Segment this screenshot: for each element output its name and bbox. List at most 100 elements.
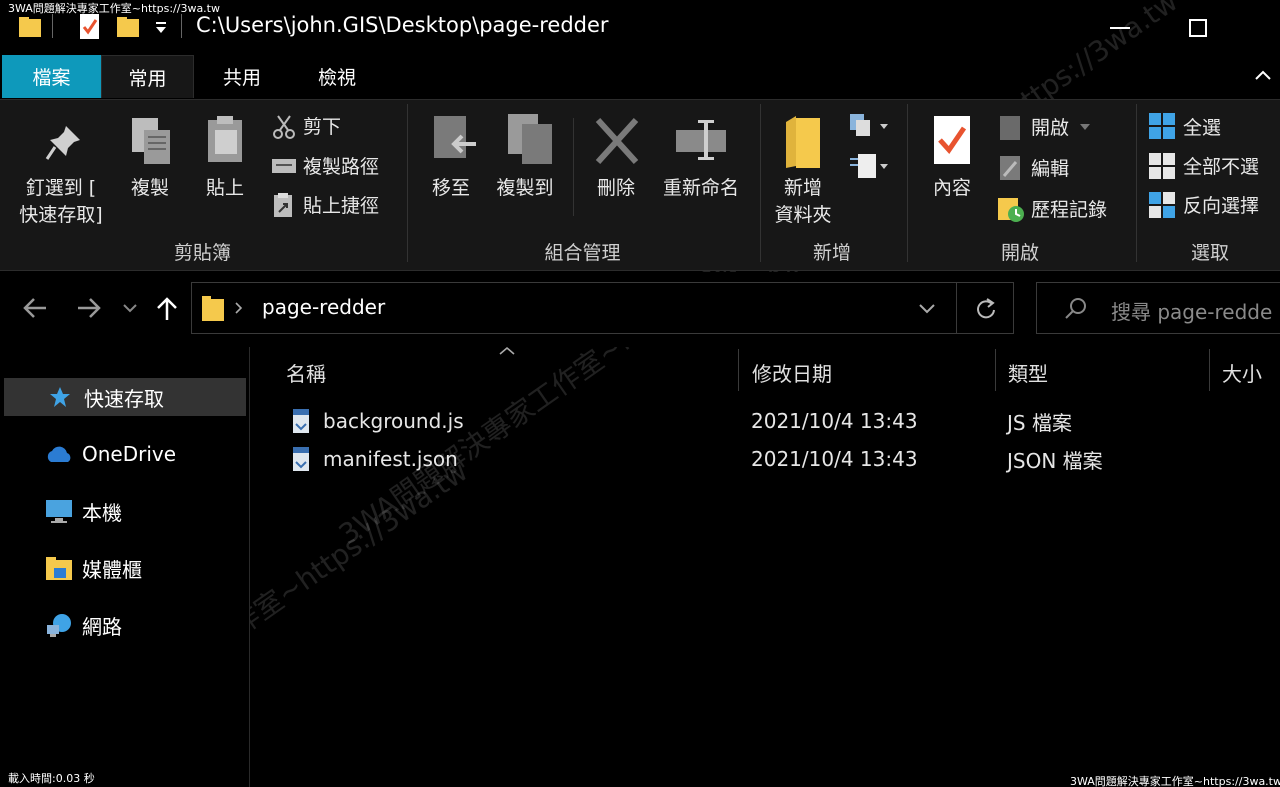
- collapse-ribbon-icon[interactable]: [1254, 69, 1272, 81]
- search-box[interactable]: 搜尋 page-redde: [1036, 282, 1280, 334]
- tab-file[interactable]: 檔案: [2, 55, 101, 98]
- cut-icon: [273, 115, 295, 139]
- maximize-button[interactable]: [1153, 0, 1243, 56]
- close-button[interactable]: [1260, 10, 1280, 46]
- select-all-button[interactable]: 全選: [1183, 113, 1221, 140]
- maximize-icon: [1189, 19, 1207, 37]
- paste-shortcut-button[interactable]: 貼上捷徑: [303, 191, 379, 218]
- ribbon-tabs: 檔案 常用 共用 檢視: [0, 55, 1280, 99]
- library-icon: [46, 557, 72, 580]
- delete-icon: [595, 117, 639, 165]
- column-header-name[interactable]: 名稱: [286, 347, 326, 397]
- new-folder-button[interactable]: 新增 資料夾: [770, 175, 836, 229]
- open-icon: [1000, 116, 1020, 140]
- sidebar-item-onedrive[interactable]: OneDrive: [4, 435, 246, 473]
- minimize-button[interactable]: [1075, 0, 1165, 56]
- open-button[interactable]: 開啟: [1031, 113, 1069, 140]
- tab-share[interactable]: 共用: [194, 55, 290, 98]
- sidebar-item-quick-access[interactable]: 快速存取: [4, 378, 246, 416]
- back-arrow-icon[interactable]: [22, 296, 48, 320]
- window-title: C:\Users\john.GIS\Desktop\page-redder: [196, 13, 609, 37]
- file-name: background.js: [323, 409, 464, 433]
- delete-button[interactable]: 刪除: [588, 175, 644, 202]
- network-icon: [47, 614, 71, 637]
- new-folder-label-line1: 新增: [783, 177, 822, 199]
- star-icon: [50, 387, 70, 407]
- address-dropdown-icon[interactable]: [918, 303, 936, 315]
- new-folder-icon[interactable]: [116, 14, 142, 40]
- copy-button[interactable]: 複製: [120, 175, 180, 202]
- search-input[interactable]: 搜尋 page-redde: [1111, 296, 1272, 325]
- properties-check-icon[interactable]: [78, 12, 102, 42]
- properties-icon: [934, 116, 970, 164]
- new-item-icon[interactable]: [848, 112, 892, 142]
- select-none-button[interactable]: 全部不選: [1183, 152, 1259, 179]
- organize-separator: [573, 118, 574, 216]
- properties-button[interactable]: 內容: [922, 175, 982, 202]
- sort-ascending-icon: [499, 346, 515, 355]
- forward-arrow-icon[interactable]: [76, 296, 102, 320]
- sidebar-item-this-pc[interactable]: 本機: [4, 492, 246, 530]
- minimize-icon: [1110, 27, 1130, 29]
- qat-separator: [52, 14, 53, 38]
- select-group-label: 選取: [1190, 242, 1229, 264]
- paste-button[interactable]: 貼上: [195, 175, 255, 202]
- column-header-type[interactable]: 類型: [1008, 347, 1048, 397]
- paste-shortcut-icon: [274, 193, 292, 217]
- edit-icon: [1000, 156, 1020, 180]
- pin-icon: [45, 126, 80, 160]
- invert-selection-button[interactable]: 反向選擇: [1183, 191, 1259, 218]
- group-separator: [407, 104, 408, 262]
- breadcrumb[interactable]: page-redder: [262, 295, 385, 319]
- pin-quick-access-button[interactable]: 釘選到 [ 快速存取]: [10, 175, 112, 229]
- sidebar-item-label: 快速存取: [84, 386, 164, 411]
- up-arrow-icon[interactable]: [155, 296, 179, 322]
- group-separator: [760, 104, 761, 262]
- copy-path-button[interactable]: 複製路徑: [303, 152, 379, 179]
- cut-button[interactable]: 剪下: [303, 112, 341, 139]
- tab-view[interactable]: 檢視: [290, 55, 384, 98]
- column-divider[interactable]: [995, 349, 996, 391]
- group-separator: [1136, 104, 1137, 262]
- column-divider[interactable]: [1209, 349, 1210, 391]
- history-icon: [998, 198, 1024, 222]
- pin-label-line2: 快速存取]: [19, 204, 103, 226]
- easy-access-icon[interactable]: [848, 150, 892, 182]
- sidebar-item-label: 本機: [82, 500, 122, 525]
- script-file-icon: [293, 447, 309, 471]
- column-divider[interactable]: [738, 349, 739, 391]
- copy-to-button[interactable]: 複製到: [492, 175, 558, 202]
- sidebar-item-libraries[interactable]: 媒體櫃: [4, 549, 246, 587]
- open-group-label: 開啟: [1000, 242, 1039, 264]
- monitor-icon: [46, 500, 72, 523]
- move-to-button[interactable]: 移至: [420, 175, 482, 202]
- column-header-modified[interactable]: 修改日期: [752, 347, 832, 397]
- column-header-size[interactable]: 大小: [1222, 347, 1262, 397]
- folder-icon[interactable]: [18, 14, 44, 40]
- qat-dropdown-icon[interactable]: [154, 20, 168, 36]
- organize-group-label: 組合管理: [544, 242, 621, 264]
- load-time-text: 載入時間:0.03 秒: [8, 772, 95, 785]
- pin-label-line1: 釘選到 [: [25, 177, 97, 199]
- file-row[interactable]: background.js 2021/10/4 13:43 JS 檔案: [283, 403, 1273, 439]
- address-bar[interactable]: page-redder: [191, 282, 1014, 334]
- file-type: JS 檔案: [1007, 410, 1072, 435]
- address-divider: [956, 283, 957, 333]
- open-dropdown-icon[interactable]: [1078, 122, 1092, 132]
- edit-button[interactable]: 編輯: [1031, 154, 1069, 181]
- history-button[interactable]: 歷程記錄: [1031, 195, 1107, 222]
- select-none-icon: [1149, 153, 1175, 179]
- select-all-icon: [1149, 113, 1175, 139]
- sidebar-item-network[interactable]: 網路: [4, 606, 246, 644]
- rename-button[interactable]: 重新命名: [656, 175, 746, 202]
- tab-home[interactable]: 常用: [101, 55, 194, 98]
- new-folder-large-icon: [786, 116, 820, 168]
- refresh-icon[interactable]: [974, 296, 998, 320]
- file-modified: 2021/10/4 13:43: [751, 447, 918, 471]
- file-row[interactable]: manifest.json 2021/10/4 13:43 JSON 檔案: [283, 441, 1273, 477]
- recent-locations-chevron-icon[interactable]: [122, 302, 138, 314]
- footer-caption: 3WA問題解決專家工作室~https://3wa.tw: [1070, 775, 1280, 787]
- new-folder-label-line2: 資料夾: [774, 204, 832, 226]
- file-name: manifest.json: [323, 447, 458, 471]
- breadcrumb-separator-icon[interactable]: [234, 301, 244, 315]
